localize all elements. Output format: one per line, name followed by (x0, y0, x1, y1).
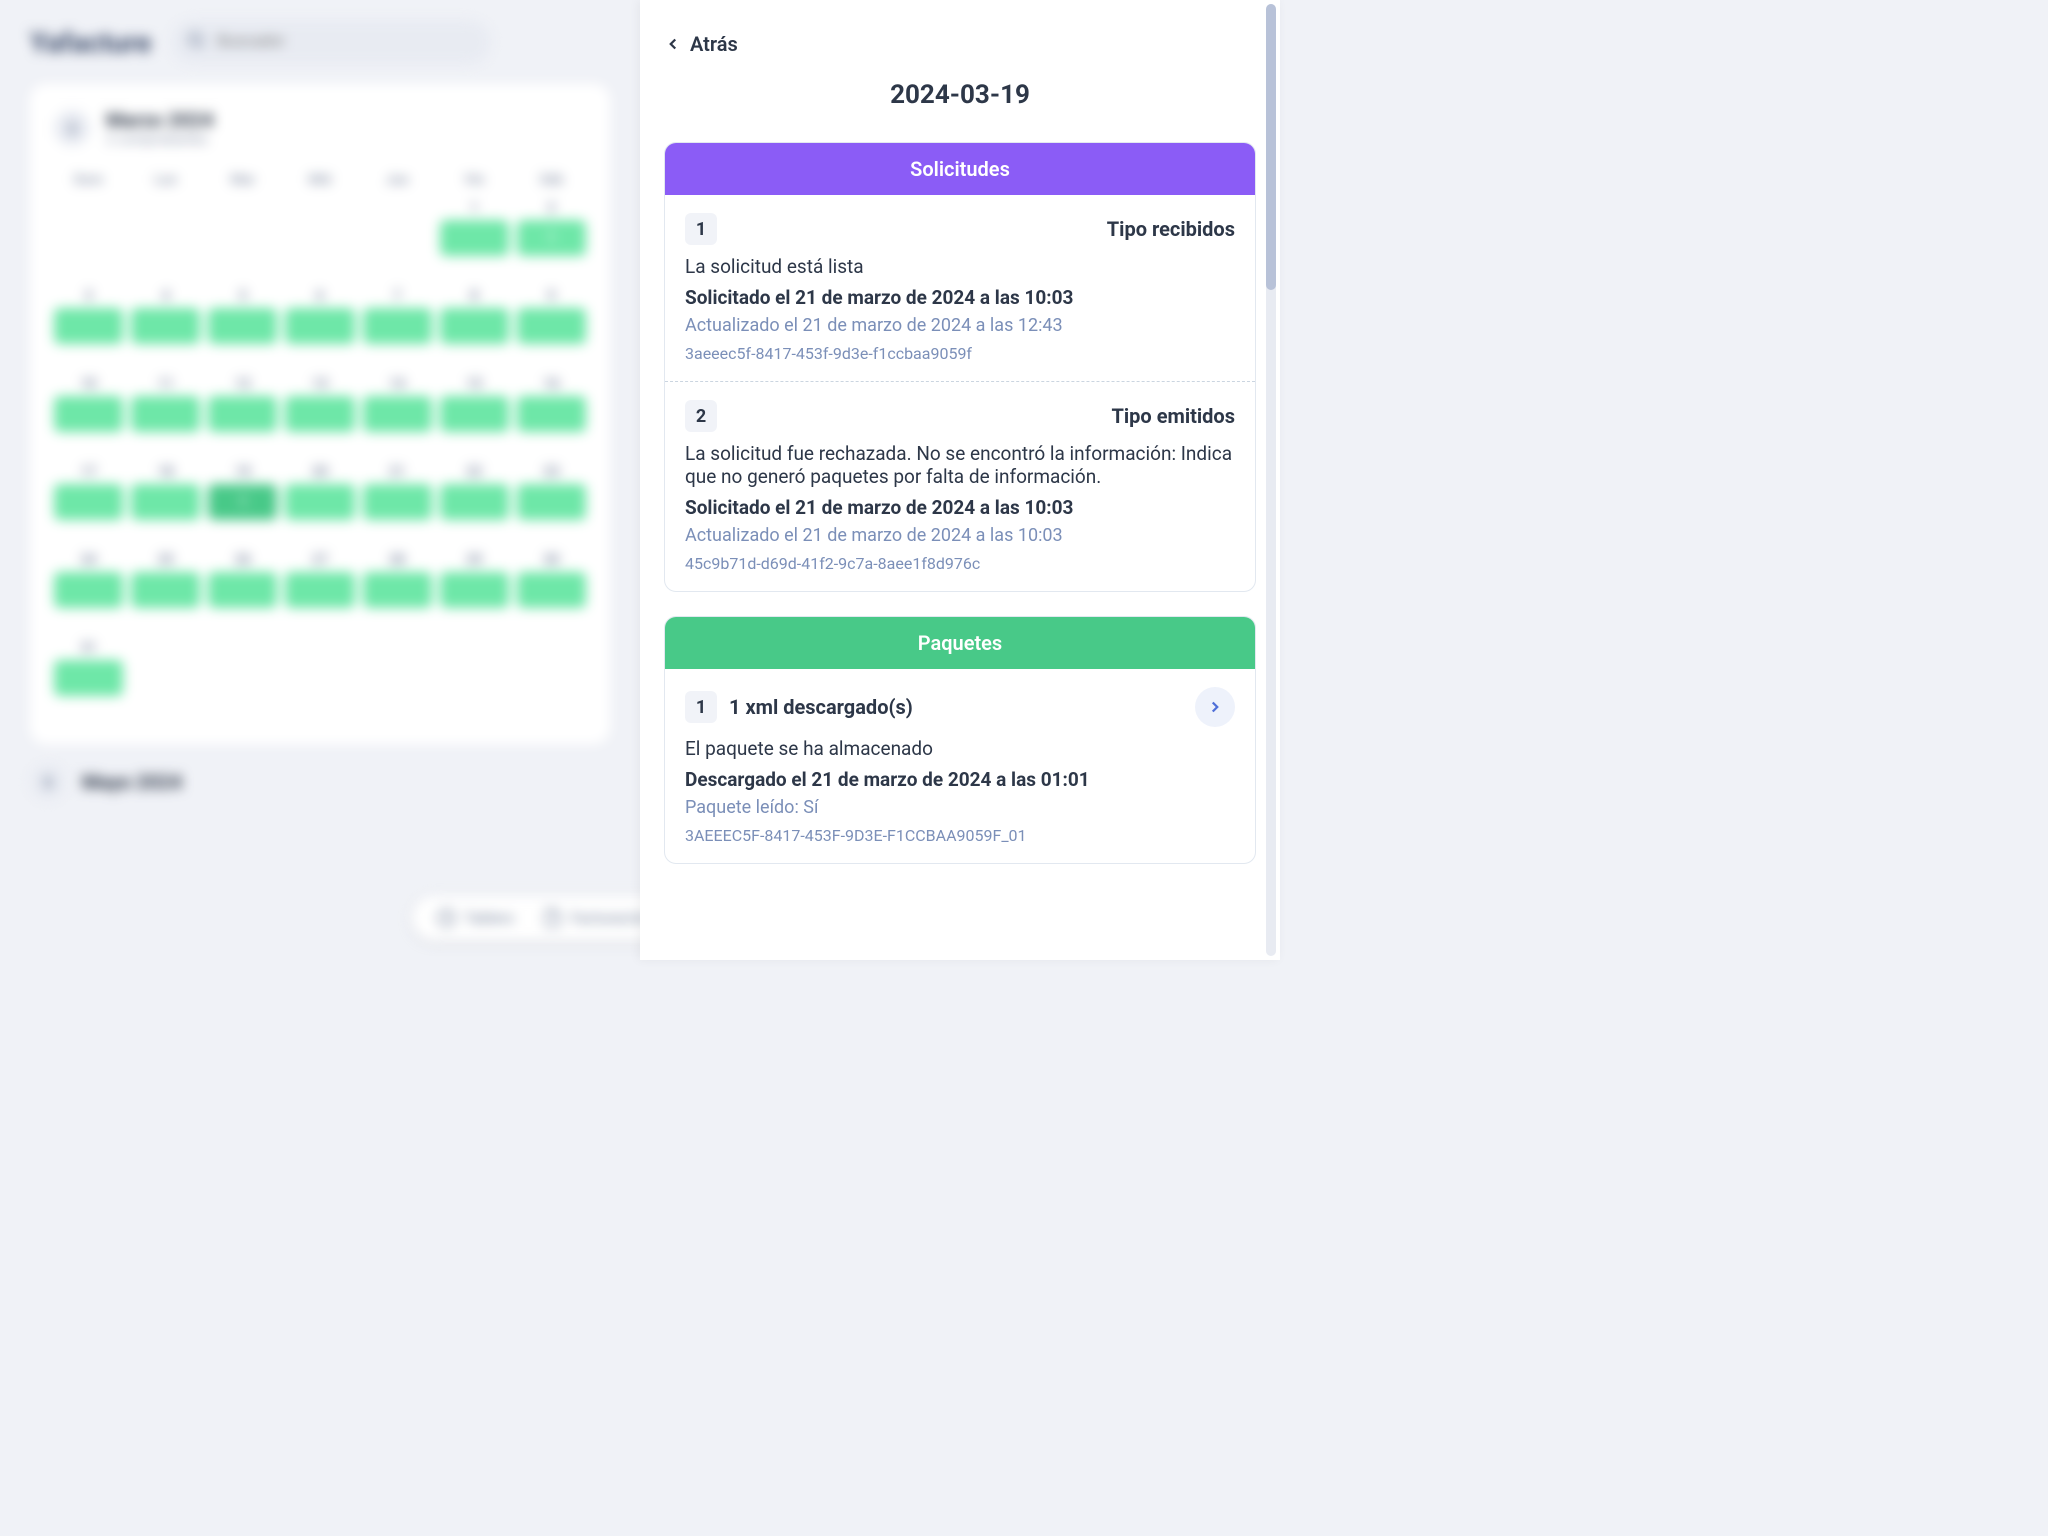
package-status: El paquete se ha almacenado (685, 737, 1235, 760)
calendar-day[interactable]: 8 (440, 288, 509, 368)
calendar-day[interactable]: 9 (517, 288, 586, 368)
weekday-label: Lun (131, 172, 200, 188)
calendar-day[interactable]: 6 (285, 288, 354, 368)
request-type: Tipo recibidos (1107, 217, 1235, 241)
detail-panel: Atrás 2024-03-19 Solicitudes 1 Tipo reci… (640, 0, 1280, 960)
request-uuid: 3aeeec5f-8417-453f-9d3e-f1ccbaa9059f (685, 344, 1235, 363)
nav-tablero[interactable]: Tablero (436, 908, 514, 928)
next-month-title: Mayo 2024 (82, 770, 182, 794)
month-badge-next: 5 (30, 764, 66, 800)
calendar-day (285, 200, 354, 280)
chevron-left-icon (664, 35, 682, 53)
calendar-day[interactable]: 21 (517, 200, 586, 280)
calendar-day[interactable]: 13 (285, 376, 354, 456)
calendar-day[interactable]: 15 (440, 376, 509, 456)
package-number-badge: 1 (685, 691, 717, 723)
calendar-day[interactable]: 22 (440, 464, 509, 544)
calendar-day (54, 200, 123, 280)
scrollbar-thumb[interactable] (1266, 4, 1276, 290)
month-title: Marzo 2024 (106, 108, 214, 132)
calendar-day[interactable]: 31 (54, 640, 123, 720)
request-number-badge: 1 (685, 213, 717, 245)
package-expand-button[interactable] (1195, 687, 1235, 727)
request-updated-date: Actualizado el 21 de marzo de 2024 a las… (685, 525, 1235, 546)
app-logo: Yafacture (30, 26, 151, 59)
request-number-badge: 2 (685, 400, 717, 432)
calendar-day[interactable]: 14 (363, 376, 432, 456)
month-subtitle: 2 comprobantes (106, 132, 214, 148)
solicitudes-card: Solicitudes 1 Tipo recibidos La solicitu… (664, 142, 1256, 592)
request-item: 2 Tipo emitidos La solicitud fue rechaza… (665, 382, 1255, 591)
request-updated-date: Actualizado el 21 de marzo de 2024 a las… (685, 315, 1235, 336)
search-container[interactable] (171, 20, 491, 64)
request-requested-date: Solicitado el 21 de marzo de 2024 a las … (685, 286, 1235, 309)
calendar-day[interactable]: 27 (285, 552, 354, 632)
calendar-day[interactable]: 1 (440, 200, 509, 280)
weekday-label: Dom (54, 172, 123, 188)
search-input[interactable] (217, 33, 475, 51)
request-uuid: 45c9b71d-d69d-41f2-9c7a-8aee1f8d976c (685, 554, 1235, 573)
calendar-day (208, 200, 277, 280)
calendar-day[interactable]: 26 (208, 552, 277, 632)
calendar-day[interactable]: 25 (131, 552, 200, 632)
calendar-day[interactable]: 23 (517, 464, 586, 544)
month-badge: 3 (54, 110, 90, 146)
search-icon (187, 31, 205, 53)
back-button[interactable]: Atrás (664, 32, 1256, 56)
calendar-day[interactable]: 12 (208, 376, 277, 456)
calendar-day[interactable]: 11 (131, 376, 200, 456)
request-requested-date: Solicitado el 21 de marzo de 2024 a las … (685, 496, 1235, 519)
calendar-day (131, 200, 200, 280)
request-type: Tipo emitidos (1112, 404, 1236, 428)
package-item: 1 1 xml descargado(s) El paquete se ha a… (665, 669, 1255, 863)
calendar-day[interactable]: 29 (440, 552, 509, 632)
calendar-day[interactable]: 17 (54, 464, 123, 544)
paquetes-card: Paquetes 1 1 xml descargado(s) El paquet… (664, 616, 1256, 864)
paquetes-header: Paquetes (665, 617, 1255, 669)
request-item: 1 Tipo recibidos La solicitud está lista… (665, 195, 1255, 382)
weekday-label: Jue (363, 172, 432, 188)
nav-facturacion[interactable]: Facturación (542, 908, 649, 928)
calendar-day[interactable]: 7 (363, 288, 432, 368)
calendar-day[interactable]: 4 (131, 288, 200, 368)
solicitudes-header: Solicitudes (665, 143, 1255, 195)
calendar-day[interactable]: 21 (363, 464, 432, 544)
calendar-day[interactable]: 30 (517, 552, 586, 632)
package-uuid: 3AEEEC5F-8417-453F-9D3E-F1CCBAA9059F_01 (685, 826, 1235, 845)
weekday-label: Sáb (517, 172, 586, 188)
calendar-day[interactable]: 5 (208, 288, 277, 368)
panel-title: 2024-03-19 (664, 80, 1256, 110)
calendar-card: 3 Marzo 2024 2 comprobantes Dom Lun Mar Mié… (30, 84, 610, 744)
calendar-day[interactable]: 10 (54, 376, 123, 456)
calendar-day[interactable]: 16 (517, 376, 586, 456)
weekday-label: Mar (208, 172, 277, 188)
package-read-status: Paquete leído: Sí (685, 797, 1235, 818)
request-status: La solicitud fue rechazada. No se encont… (685, 442, 1235, 488)
package-downloaded-date: Descargado el 21 de marzo de 2024 a las … (685, 768, 1235, 791)
calendar-day[interactable]: 191 (208, 464, 277, 544)
calendar-day[interactable]: 3 (54, 288, 123, 368)
request-status: La solicitud está lista (685, 255, 1235, 278)
calendar-day[interactable]: 24 (54, 552, 123, 632)
calendar-day (363, 200, 432, 280)
calendar-day[interactable]: 28 (363, 552, 432, 632)
scrollbar[interactable] (1266, 4, 1276, 956)
calendar-day[interactable]: 20 (285, 464, 354, 544)
back-label: Atrás (690, 32, 738, 56)
weekday-label: Mié (285, 172, 354, 188)
chevron-right-icon (1206, 698, 1224, 716)
package-title: 1 xml descargado(s) (729, 695, 913, 719)
calendar-day[interactable]: 18 (131, 464, 200, 544)
weekday-label: Vie (440, 172, 509, 188)
